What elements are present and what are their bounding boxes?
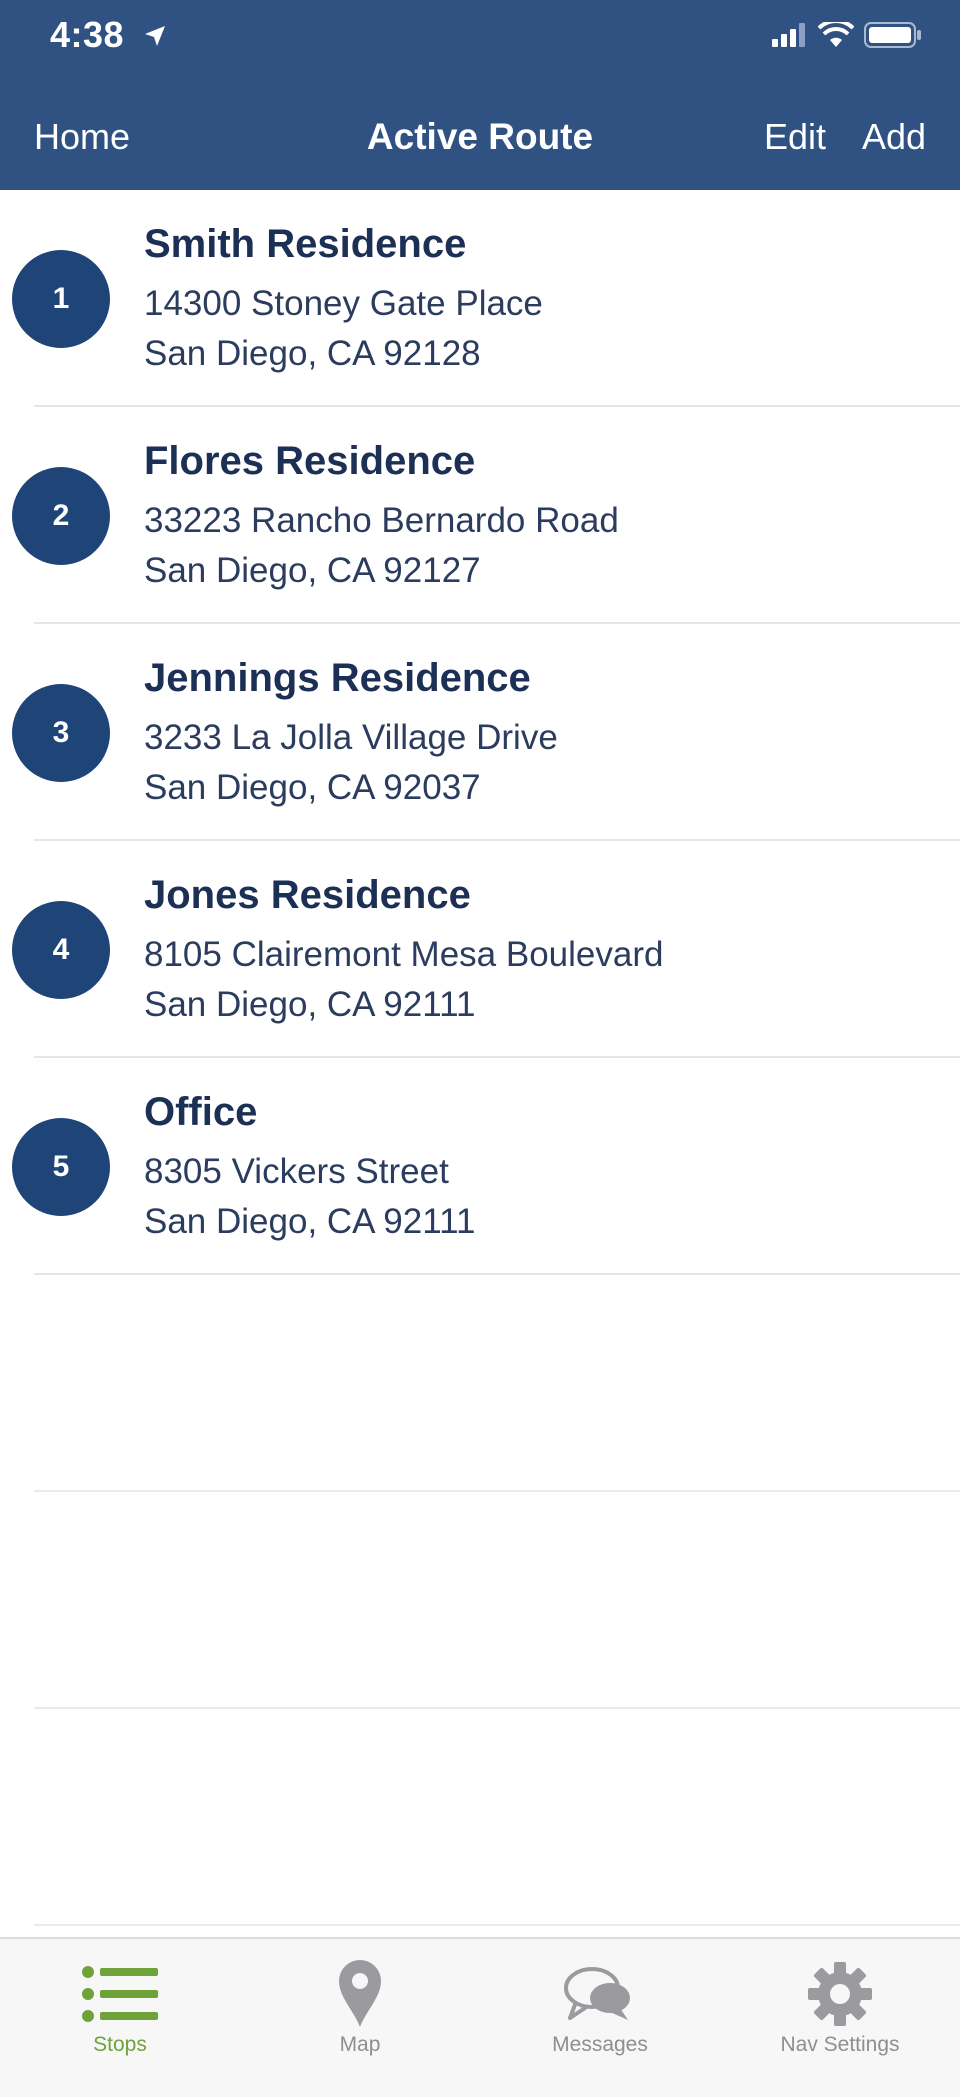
stop-name: Jones Residence xyxy=(144,873,471,917)
stop-row[interactable]: 3 Jennings Residence 3233 La Jolla Villa… xyxy=(0,624,960,841)
stop-street: 33223 Rancho Bernardo Road xyxy=(144,501,619,540)
gear-icon xyxy=(720,1959,960,2029)
tab-label: Messages xyxy=(552,2033,648,2056)
status-time: 4:38 xyxy=(50,14,125,55)
cellular-signal-icon xyxy=(772,23,808,52)
stop-row[interactable]: 5 Office 8305 Vickers Street San Diego, … xyxy=(0,1058,960,1275)
header: 4:38 Home Active Route Edit Add xyxy=(0,0,960,190)
tab-stops[interactable]: Stops xyxy=(0,1939,240,2097)
wifi-icon xyxy=(817,18,855,53)
empty-row xyxy=(0,1275,960,1492)
stop-name: Office xyxy=(144,1090,258,1134)
tab-nav-settings[interactable]: Nav Settings xyxy=(720,1939,960,2097)
status-indicators xyxy=(772,18,922,53)
stop-name: Flores Residence xyxy=(144,439,476,483)
list-icon xyxy=(0,1959,240,2029)
stop-name: Jennings Residence xyxy=(144,656,531,700)
edit-button[interactable]: Edit xyxy=(764,116,826,158)
empty-row xyxy=(0,1492,960,1709)
stop-city: San Diego, CA 92128 xyxy=(144,334,481,373)
tab-bar: Stops Map Messages Nav Settings xyxy=(0,1937,960,2097)
stop-street: 8305 Vickers Street xyxy=(144,1152,449,1191)
stop-row[interactable]: 4 Jones Residence 8105 Clairemont Mesa B… xyxy=(0,841,960,1058)
stop-city: San Diego, CA 92111 xyxy=(144,1202,476,1241)
stop-number-badge: 3 xyxy=(12,684,110,782)
stop-number-badge: 5 xyxy=(12,1118,110,1216)
stop-number-badge: 2 xyxy=(12,467,110,565)
status-bar: 4:38 xyxy=(0,0,960,80)
home-button[interactable]: Home xyxy=(34,116,130,158)
stop-row[interactable]: 1 Smith Residence 14300 Stoney Gate Plac… xyxy=(0,190,960,407)
stop-name: Smith Residence xyxy=(144,222,467,266)
stop-street: 8105 Clairemont Mesa Boulevard xyxy=(144,935,664,974)
empty-row xyxy=(0,1709,960,1926)
stop-row[interactable]: 2 Flores Residence 33223 Rancho Bernardo… xyxy=(0,407,960,624)
tab-messages[interactable]: Messages xyxy=(480,1939,720,2097)
tab-label: Stops xyxy=(93,2033,147,2056)
stop-city: San Diego, CA 92037 xyxy=(144,768,481,807)
chat-bubbles-icon xyxy=(480,1959,720,2029)
add-button[interactable]: Add xyxy=(862,116,926,158)
stop-city: San Diego, CA 92127 xyxy=(144,551,481,590)
stop-street: 14300 Stoney Gate Place xyxy=(144,284,543,323)
battery-icon xyxy=(864,22,922,53)
map-pin-icon xyxy=(240,1959,480,2029)
stop-number-badge: 4 xyxy=(12,901,110,999)
stop-list: 1 Smith Residence 14300 Stoney Gate Plac… xyxy=(0,190,960,1926)
stop-street: 3233 La Jolla Village Drive xyxy=(144,718,558,757)
nav-bar: Home Active Route Edit Add xyxy=(0,100,960,180)
tab-label: Nav Settings xyxy=(780,2033,900,2056)
stop-number-badge: 1 xyxy=(12,250,110,348)
tab-map[interactable]: Map xyxy=(240,1939,480,2097)
tab-label: Map xyxy=(339,2033,381,2056)
stop-city: San Diego, CA 92111 xyxy=(144,985,476,1024)
location-arrow-icon xyxy=(143,24,167,53)
